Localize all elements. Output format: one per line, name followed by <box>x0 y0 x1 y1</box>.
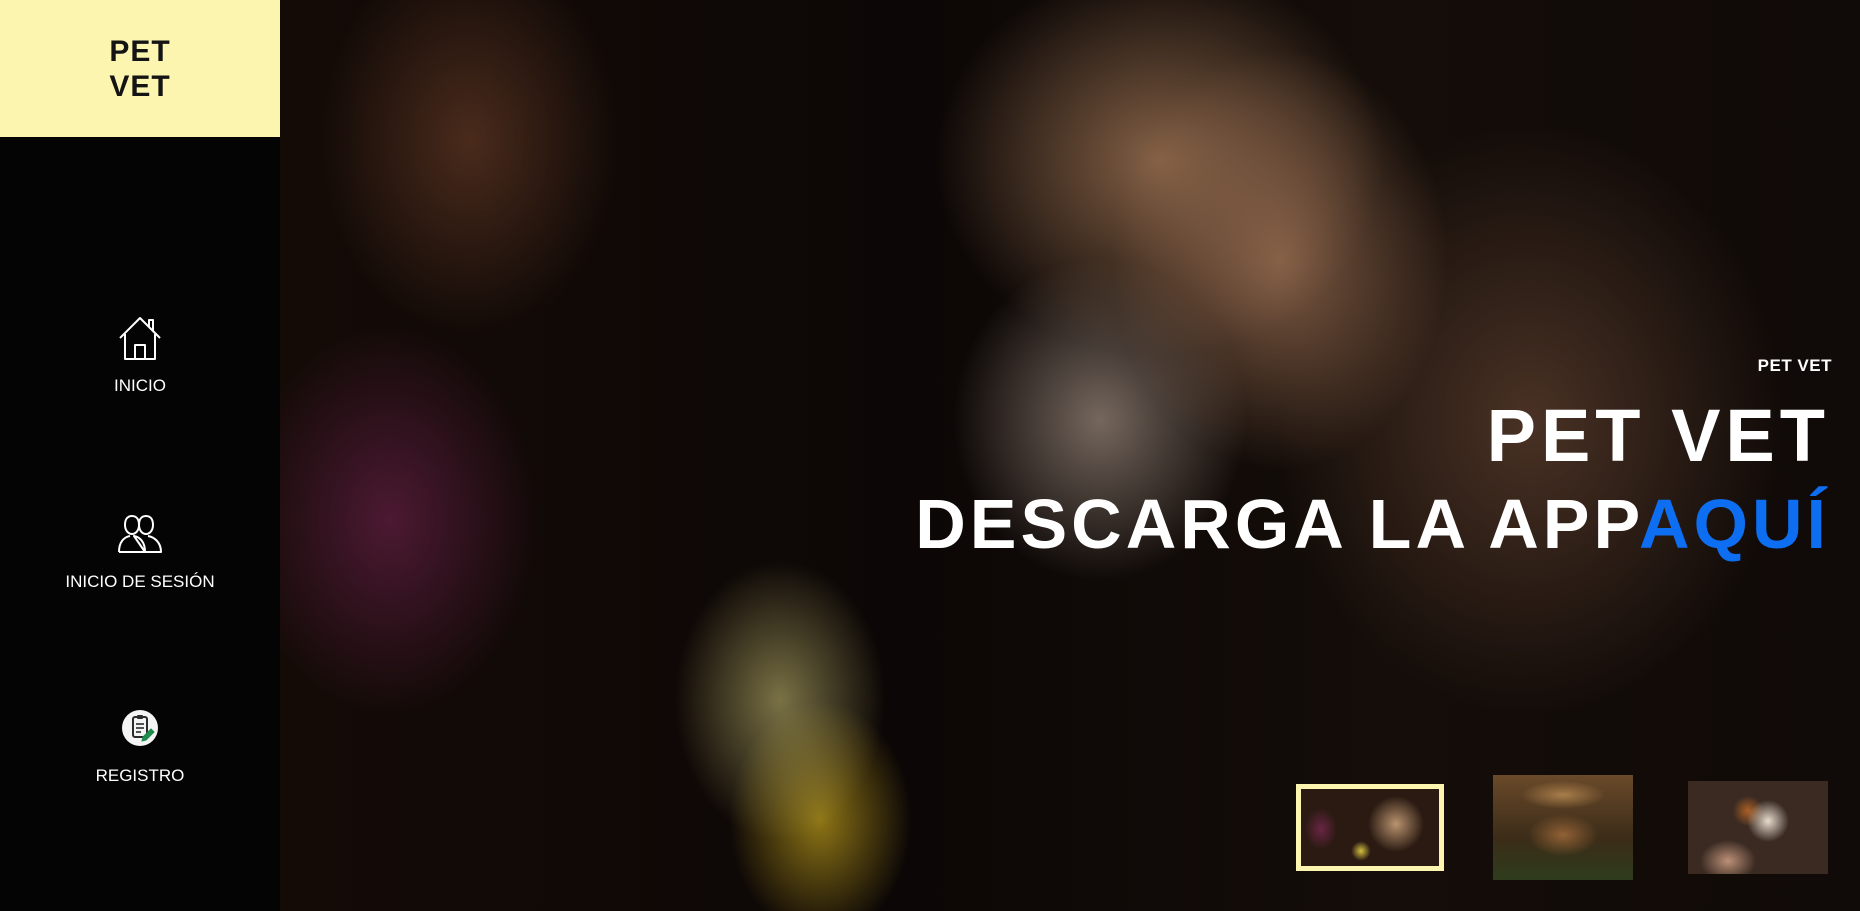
sidebar: PET VET INICIO INICIO DE SESIÓN REGISTRO <box>0 0 280 911</box>
thumbnail-puppies-in-basket[interactable] <box>1493 775 1633 880</box>
users-icon <box>116 510 164 558</box>
home-icon <box>116 314 164 362</box>
logo-line1: PET <box>109 34 171 68</box>
hero-small-title: PET VET <box>1757 356 1832 375</box>
hero-subtitle-main: DESCARGA LA APP <box>915 485 1639 563</box>
thumbnail-cat[interactable] <box>1688 781 1828 874</box>
nav-item-label: INICIO DE SESIÓN <box>65 572 215 591</box>
logo[interactable]: PET VET <box>0 0 280 137</box>
logo-text: PET VET <box>100 34 180 104</box>
nav-item-registro[interactable]: REGISTRO <box>0 704 280 786</box>
download-app-link[interactable]: AQUÍ <box>1639 485 1830 563</box>
nav-item-label: INICIO <box>114 376 166 395</box>
hero-title: PET VET <box>1486 394 1830 477</box>
clipboard-icon <box>116 704 164 752</box>
nav-item-label: REGISTRO <box>95 766 185 785</box>
hero-subtitle: DESCARGA LA APPAQUÍ <box>915 484 1830 564</box>
nav-item-inicio[interactable]: INICIO <box>0 314 280 396</box>
thumbnail-dog-with-flowers[interactable] <box>1296 784 1444 871</box>
logo-line2: VET <box>109 69 171 103</box>
nav-item-inicio-de-sesion[interactable]: INICIO DE SESIÓN <box>0 510 280 592</box>
